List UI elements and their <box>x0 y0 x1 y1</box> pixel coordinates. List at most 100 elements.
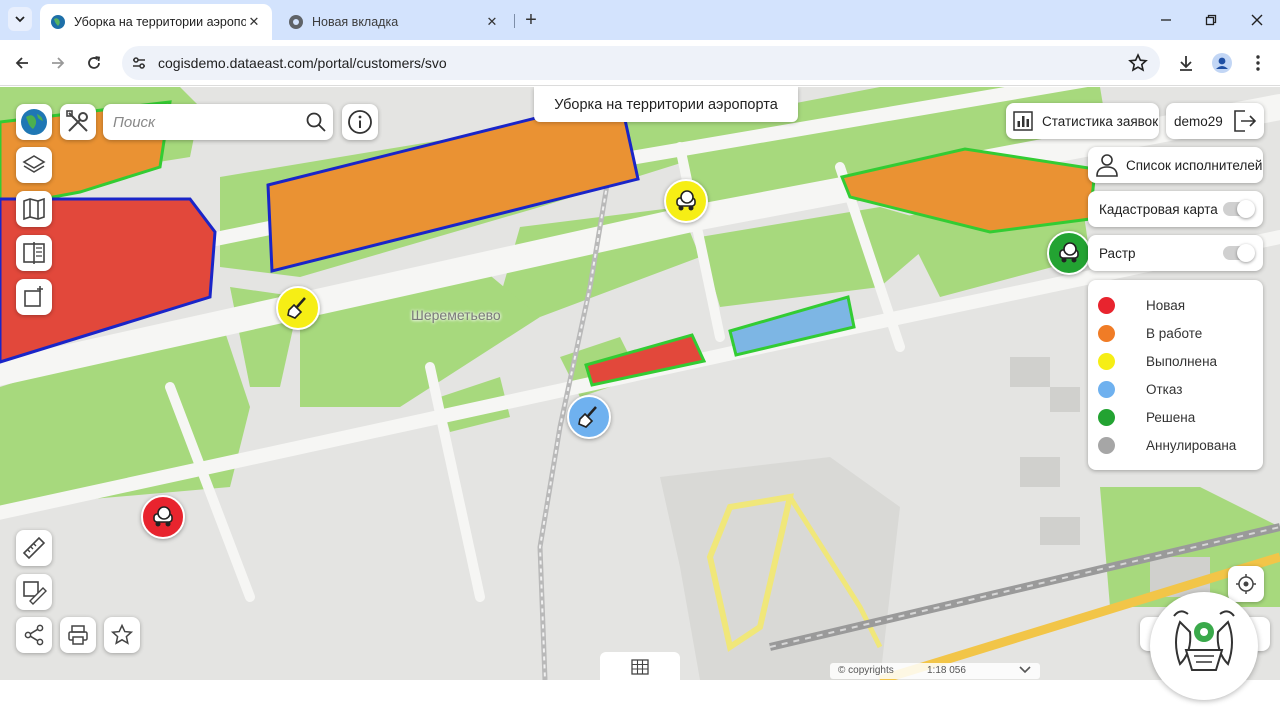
download-icon <box>1180 56 1192 71</box>
close-icon <box>1251 14 1263 26</box>
broom-icon <box>287 297 306 319</box>
status-dot <box>1098 436 1115 454</box>
reload-button[interactable] <box>81 50 107 76</box>
executors-label: Список исполнителей <box>1126 157 1263 173</box>
restore-button[interactable] <box>1199 8 1223 32</box>
forward-button[interactable] <box>45 50 71 76</box>
scale-bar: © copyrights 1:18 056 <box>830 663 1040 679</box>
search-input[interactable] <box>103 104 293 140</box>
map-icon <box>23 197 45 221</box>
layers-button[interactable] <box>16 147 52 183</box>
close-window-button[interactable] <box>1245 8 1269 32</box>
favorites-button[interactable] <box>104 617 140 653</box>
minimize-button[interactable] <box>1154 8 1178 32</box>
tab-search-button[interactable] <box>8 7 32 31</box>
broom-icon <box>578 406 597 428</box>
status-dot <box>1098 408 1115 426</box>
basemap-globe-button[interactable] <box>16 104 52 140</box>
logout-icon <box>1233 110 1256 132</box>
browser-toolbar: cogisdemo.dataeast.com/portal/customers/… <box>0 40 1280 86</box>
search-box <box>103 104 333 140</box>
reload-icon <box>88 56 101 69</box>
task-marker-rejected[interactable] <box>567 395 611 439</box>
add-area-button[interactable] <box>16 279 52 315</box>
measure-line-button[interactable] <box>16 530 52 566</box>
chevron-down-icon <box>15 16 25 23</box>
tab-new-tab[interactable]: Новая вкладка ✕ <box>278 4 510 40</box>
compare-button[interactable] <box>16 235 52 271</box>
legend-item: Выполнена <box>1098 351 1217 371</box>
share-icon <box>24 624 44 646</box>
raster-toggle[interactable] <box>1223 244 1255 262</box>
back-button[interactable] <box>9 50 35 76</box>
map-canvas[interactable]: Шереметьево Поиск Уборка на территории а… <box>0 87 1280 680</box>
share-button[interactable] <box>16 617 52 653</box>
chevron-down-icon[interactable] <box>1018 664 1032 676</box>
status-dot <box>1098 352 1115 370</box>
task-marker-done[interactable] <box>276 286 320 330</box>
bookmark-star-icon[interactable] <box>1128 53 1148 73</box>
task-marker-solved[interactable] <box>1047 231 1091 275</box>
tools-icon <box>66 110 88 132</box>
tab-airport-cleaning[interactable]: Уборка на территории аэропо ✕ <box>40 4 272 40</box>
avatar-icon <box>1212 53 1232 73</box>
task-marker-done[interactable] <box>664 179 708 223</box>
profile-button[interactable] <box>1209 50 1235 76</box>
info-button[interactable] <box>342 104 378 140</box>
place-label: Шереметьево <box>411 307 501 323</box>
info-icon <box>348 110 372 134</box>
globe-icon <box>51 15 65 29</box>
globe-icon <box>21 109 47 135</box>
status-dot <box>1098 324 1115 342</box>
minimize-icon <box>1161 19 1171 21</box>
map-view-button[interactable] <box>16 191 52 227</box>
legend-item: Аннулирована <box>1098 435 1236 455</box>
search-icon[interactable] <box>305 111 327 133</box>
url-text: cogisdemo.dataeast.com/portal/customers/… <box>158 55 447 71</box>
tab-title: Уборка на территории аэропо <box>74 15 246 29</box>
sweeper-vehicle-icon <box>1059 242 1079 263</box>
copyrights-link[interactable]: © copyrights <box>838 665 894 676</box>
tools-button[interactable] <box>60 104 96 140</box>
sweeper-vehicle-icon <box>676 190 696 211</box>
legend-item: Отказ <box>1098 379 1182 399</box>
star-icon <box>110 623 134 645</box>
browser-menu-button[interactable] <box>1245 50 1271 76</box>
address-bar[interactable]: cogisdemo.dataeast.com/portal/customers/… <box>122 46 1160 80</box>
close-icon[interactable]: ✕ <box>484 14 500 30</box>
new-tab-button[interactable]: + <box>519 8 543 32</box>
status-dot <box>1098 380 1115 398</box>
executors-list-button[interactable]: Список исполнителей <box>1088 147 1263 183</box>
stats-button[interactable]: Статистика заявок <box>1006 103 1159 139</box>
legend-item: Решена <box>1098 407 1195 427</box>
attribute-table-button[interactable] <box>600 652 680 680</box>
stats-label: Статистика заявок <box>1042 113 1159 129</box>
layers-icon <box>22 155 46 173</box>
ruler-icon <box>22 536 46 560</box>
downloads-button[interactable] <box>1173 50 1199 76</box>
emblem-logo-icon <box>1154 596 1254 696</box>
bar-chart-icon <box>1013 111 1033 131</box>
raster-row: Растр <box>1088 235 1263 271</box>
status-legend: Новая В работе Выполнена Отказ Решена Ан… <box>1088 280 1263 470</box>
crop-add-icon <box>24 286 43 307</box>
arrow-left-icon <box>15 57 28 69</box>
sweeper-vehicle-icon <box>153 506 173 527</box>
close-icon[interactable]: ✕ <box>246 14 262 30</box>
measure-area-button[interactable] <box>16 574 52 610</box>
cadastral-toggle[interactable] <box>1223 200 1255 218</box>
split-view-icon <box>23 242 45 264</box>
legend-item: Новая <box>1098 295 1185 315</box>
printer-icon <box>68 625 88 645</box>
user-name: demo29 <box>1174 113 1223 129</box>
restore-icon <box>1205 14 1217 26</box>
user-logout-button[interactable]: demo29 <box>1166 103 1264 139</box>
task-marker-new[interactable] <box>141 495 185 539</box>
print-button[interactable] <box>60 617 96 653</box>
site-settings-icon[interactable] <box>131 55 147 71</box>
area-ruler-icon <box>23 581 47 605</box>
more-vertical-icon <box>1256 55 1260 71</box>
scale-value: 1:18 056 <box>927 665 966 676</box>
browser-tab-bar: Уборка на территории аэропо ✕ Новая вкла… <box>0 0 1280 40</box>
company-logo <box>1150 592 1258 700</box>
